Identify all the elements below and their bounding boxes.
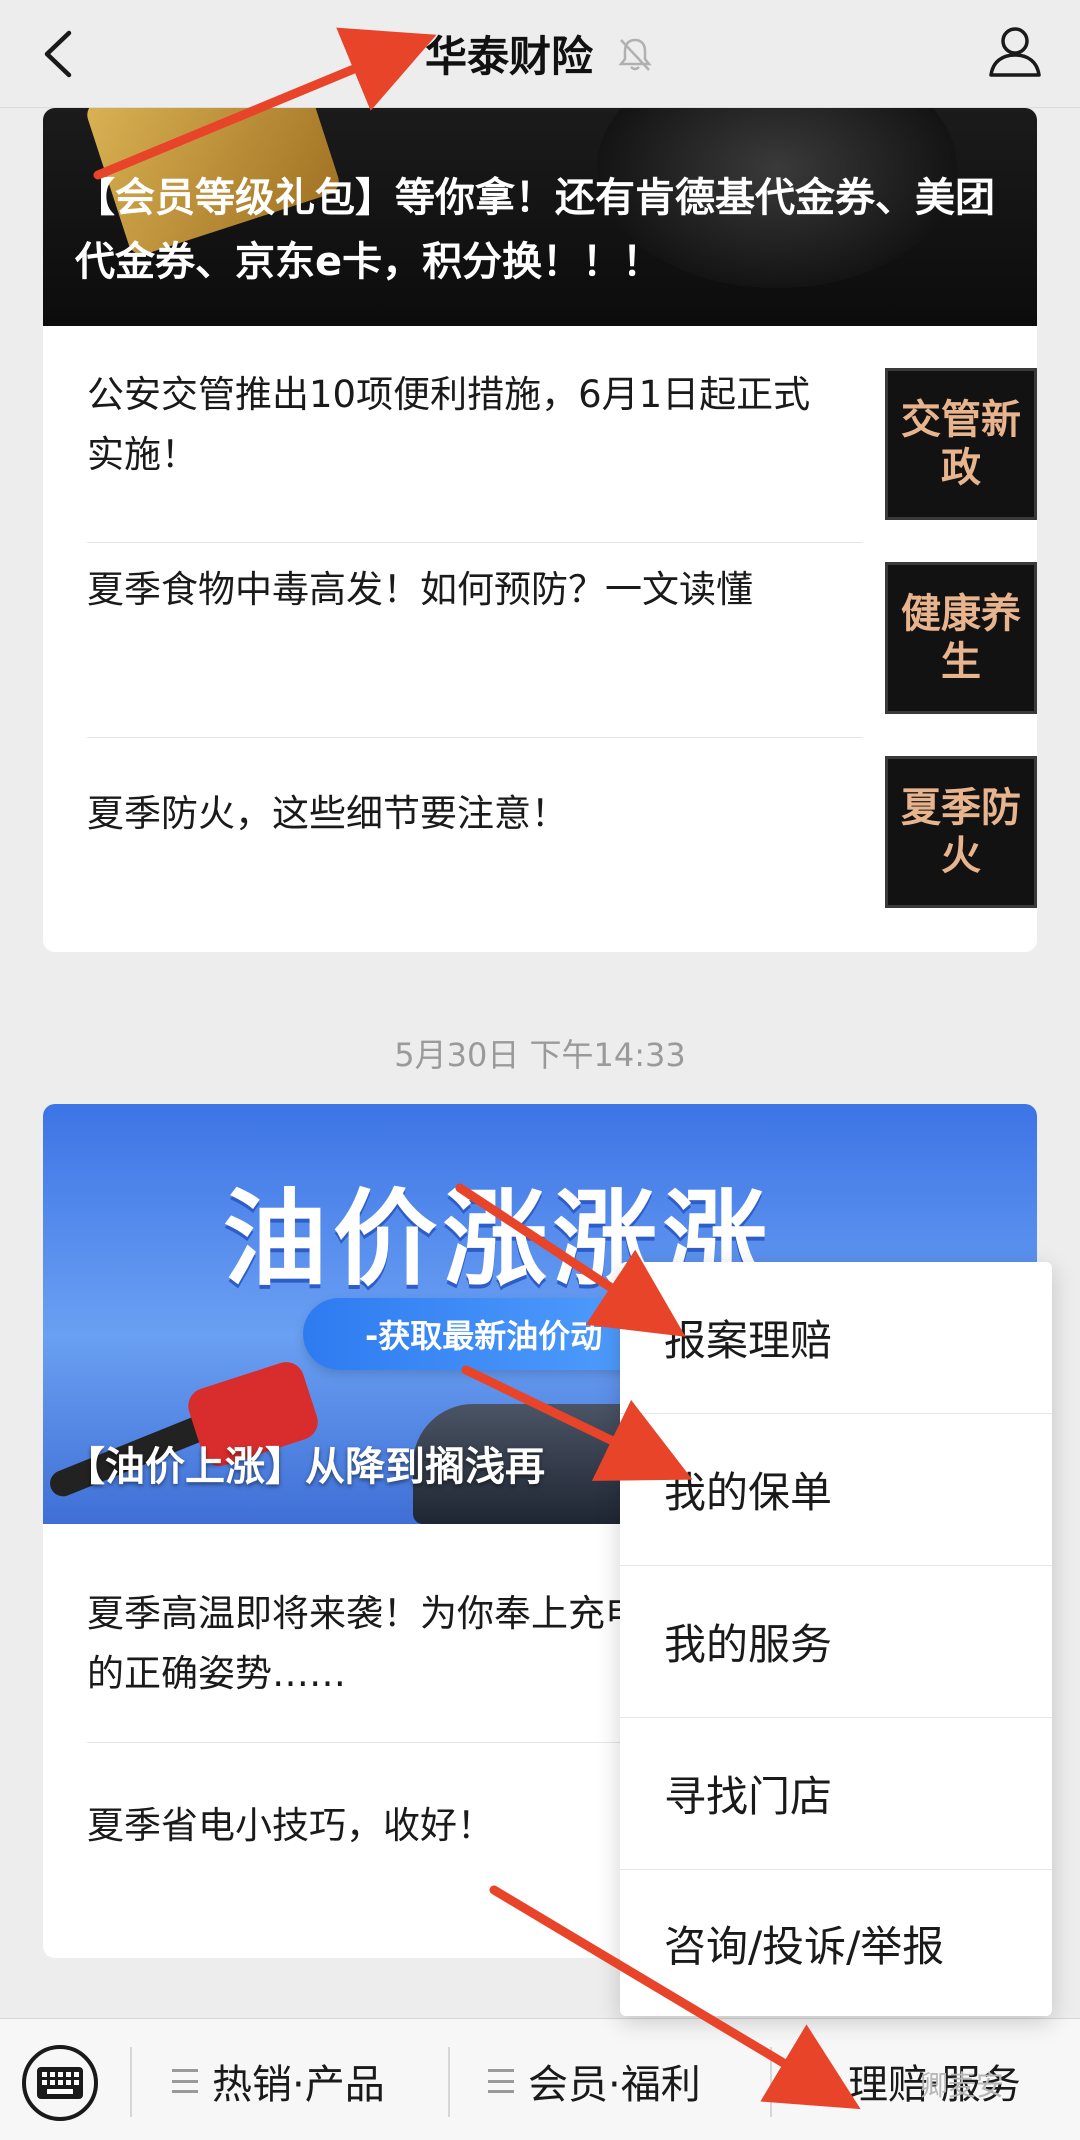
article-title: 公安交管推出10项便利措施，6月1日起正式实施！ <box>87 373 811 476</box>
divider <box>448 2047 450 2117</box>
card2-banner-title: 【油价上涨】从降到搁浅再 <box>65 1444 545 1490</box>
profile-button[interactable] <box>980 16 1050 86</box>
bell-muted-icon <box>618 38 652 71</box>
menu-item-find-store[interactable]: 寻找门店 <box>620 1718 1052 1870</box>
menu-member-benefits[interactable]: 会员·福利 <box>488 2051 701 2111</box>
user-icon <box>989 27 1041 77</box>
divider <box>770 2047 772 2117</box>
service-submenu: 报案理赔 我的保单 我的服务 寻找门店 咨询/投诉/举报 <box>620 1262 1052 2016</box>
article-title: 夏季省电小技巧，收好！ <box>87 1804 494 1847</box>
menu-item-my-policy[interactable]: 我的保单 <box>620 1414 1052 1566</box>
article-title: 夏季防火，这些细节要注意！ <box>87 792 568 835</box>
chevron-left-icon <box>44 30 72 78</box>
list-item[interactable]: 公安交管推出10项便利措施，6月1日起正式实施！ 交管新政 <box>87 343 1037 520</box>
article-thumbnail: 健康养生 <box>885 562 1037 714</box>
menu-item-my-service[interactable]: 我的服务 <box>620 1566 1052 1718</box>
article-thumbnail: 交管新政 <box>885 368 1037 520</box>
page-title: 华泰财险 <box>424 32 593 81</box>
menu-item-report-claim[interactable]: 报案理赔 <box>620 1262 1052 1414</box>
bottom-menu-bar: 热销·产品 会员·福利 理赔·服务 <box>0 2018 1080 2140</box>
menu-lines-icon <box>172 2069 198 2093</box>
card1-banner-title: 【会员等级礼包】等你拿！还有肯德基代金券、美团代金券、京东e卡，积分换！！！ <box>75 175 995 285</box>
card1-banner[interactable]: 【会员等级礼包】等你拿！还有肯德基代金券、美团代金券、京东e卡，积分换！！！ <box>43 108 1037 326</box>
list-item[interactable]: 夏季防火，这些细节要注意！ 夏季防火 <box>87 738 1037 908</box>
menu-item-feedback[interactable]: 咨询/投诉/举报 <box>620 1870 1052 2016</box>
back-button[interactable] <box>28 24 88 84</box>
menu-label: 热销·产品 <box>212 2062 385 2108</box>
watermark: 卿麦安 <box>920 2069 1005 2102</box>
chat-header: 华泰财险 <box>0 0 1080 108</box>
menu-lines-icon <box>808 2069 834 2093</box>
article-card-1: 【会员等级礼包】等你拿！还有肯德基代金券、美团代金券、京东e卡，积分换！！！ 公… <box>43 108 1037 952</box>
message-timestamp: 5月30日 下午14:33 <box>394 1036 686 1074</box>
menu-label: 会员·福利 <box>528 2062 701 2108</box>
article-title: 夏季高温即将来袭！为你奉上充电的正确姿势…… <box>87 1592 642 1695</box>
list-item[interactable]: 夏季食物中毒高发！如何预防？一文读懂 健康养生 <box>87 540 1037 714</box>
keyboard-icon <box>37 2067 83 2099</box>
article-thumbnail: 夏季防火 <box>885 756 1037 908</box>
menu-hot-products[interactable]: 热销·产品 <box>172 2051 385 2111</box>
article-title: 夏季食物中毒高发！如何预防？一文读懂 <box>87 568 753 611</box>
divider <box>130 2047 132 2117</box>
keyboard-toggle-button[interactable] <box>22 2045 98 2121</box>
menu-lines-icon <box>488 2069 514 2093</box>
